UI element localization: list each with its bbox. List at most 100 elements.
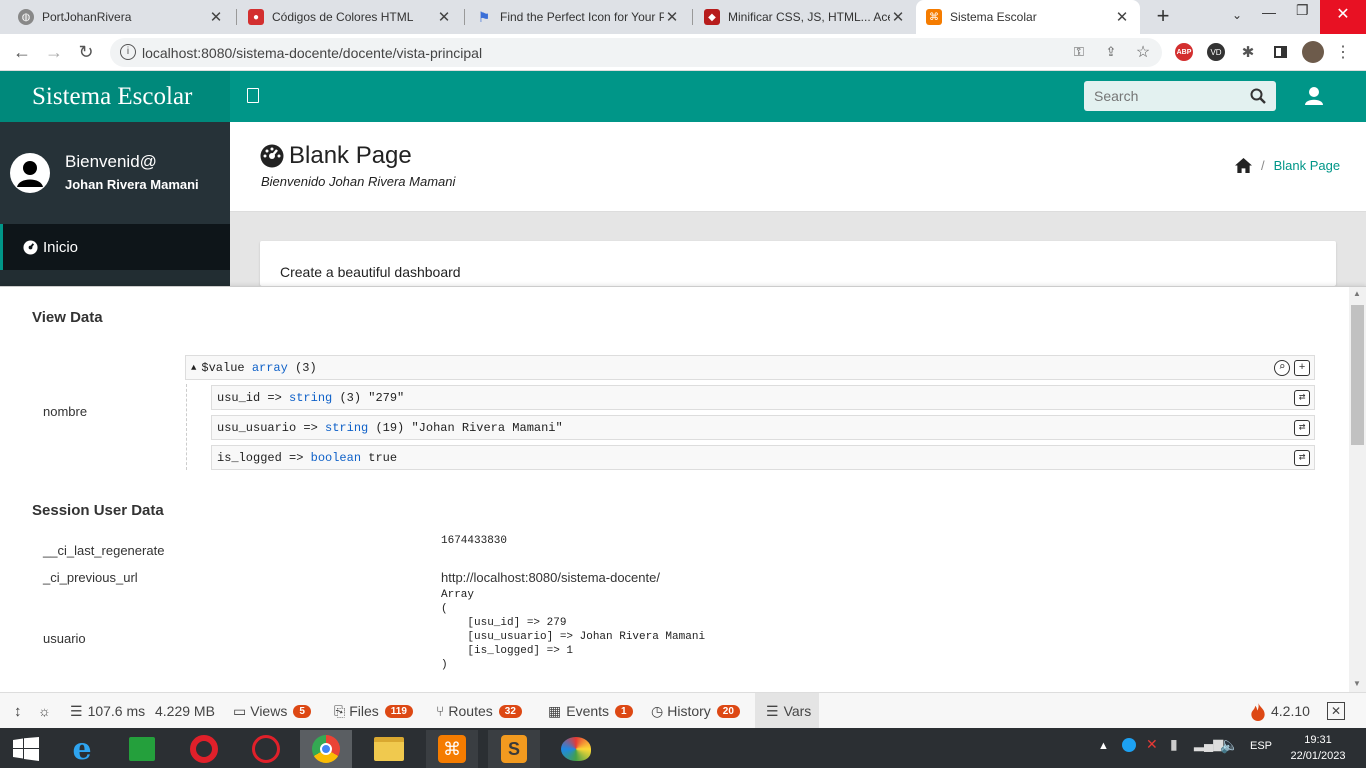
close-tab-icon[interactable]: ✕ — [436, 8, 452, 26]
resize-handle-icon[interactable]: ↕ — [14, 693, 22, 729]
search-input[interactable] — [1084, 81, 1244, 111]
adblock-icon[interactable]: ABP — [1175, 43, 1193, 61]
language-indicator[interactable]: ESP — [1250, 740, 1272, 752]
toolbar-history[interactable]: ◷ History 20 — [651, 693, 740, 729]
sidebar-toggle-icon[interactable] — [247, 88, 259, 103]
puzzle-extensions-icon[interactable]: ✱ — [1239, 43, 1257, 61]
search-box — [1084, 81, 1276, 111]
tab-divider — [692, 9, 693, 25]
address-bar[interactable]: i localhost:8080/sistema-docente/docente… — [110, 38, 1162, 67]
restore-icon[interactable]: ❐ — [1296, 2, 1316, 22]
kint-entry-row[interactable]: usu_id => string (3) "279" ⇄ — [211, 385, 1315, 410]
search-icon[interactable]: ⌕ — [1274, 360, 1290, 376]
toolbar-files[interactable]: ⎘ Files 119 — [334, 693, 413, 729]
toolbar-routes[interactable]: ⑂ Routes 32 — [436, 693, 522, 729]
session-value: 1674433830 — [441, 535, 508, 547]
scrollbar-thumb[interactable] — [1351, 305, 1364, 445]
url-text: localhost:8080/sistema-docente/docente/v… — [142, 44, 483, 61]
toolbar-item-label: Views — [250, 703, 288, 719]
browser-tab[interactable]: ⚑ Find the Perfect Icon for Your P ✕ — [466, 0, 690, 34]
page-title: Blank Page — [289, 142, 412, 169]
reload-icon[interactable]: ↻ — [74, 40, 98, 64]
app-brand[interactable]: Sistema Escolar — [0, 71, 230, 122]
battery-icon[interactable]: ▮ — [1170, 736, 1178, 753]
chrome-icon[interactable] — [300, 730, 352, 768]
close-tab-icon[interactable]: ✕ — [1114, 8, 1130, 26]
entry-key: is_logged => — [217, 450, 304, 465]
tray-app-icon[interactable] — [1122, 738, 1136, 752]
dashboard-icon — [23, 239, 38, 255]
extension-vd-icon[interactable]: VD — [1207, 43, 1225, 61]
toolbar-version[interactable]: 4.2.10 — [1250, 693, 1310, 729]
close-tab-icon[interactable]: ✕ — [890, 8, 906, 26]
opera-gx-icon[interactable] — [240, 730, 292, 768]
clock[interactable]: 19:31 22/01/2023 — [1288, 732, 1348, 764]
windows-store-icon[interactable] — [116, 730, 168, 768]
windows-start-icon[interactable] — [0, 730, 52, 768]
collapse-triangle-icon[interactable]: ▲ — [191, 363, 196, 373]
back-arrow-icon[interactable]: ← — [10, 40, 34, 64]
opera-icon[interactable] — [178, 730, 230, 768]
search-icon[interactable] — [1250, 88, 1266, 104]
minify-icon: ◆ — [704, 9, 720, 25]
browser-tab[interactable]: ◍ PortJohanRivera ✕ — [8, 0, 234, 34]
toolbar-item-label: Files — [349, 703, 379, 719]
tray-x-icon[interactable]: ✕ — [1146, 736, 1158, 753]
show-hidden-icons[interactable]: ▲ — [1098, 740, 1109, 752]
browser-tab[interactable]: ◆ Minificar CSS, JS, HTML... Acele ✕ — [694, 0, 916, 34]
expand-all-icon[interactable]: + — [1294, 360, 1310, 376]
minimize-icon[interactable]: — — [1262, 4, 1282, 24]
sublime-text-icon[interactable]: S — [488, 730, 540, 768]
xampp-icon: ⌘ — [926, 9, 942, 25]
kint-header[interactable]: ▲ $value array (3) ⌕ + — [185, 355, 1315, 380]
theme-toggle-icon[interactable]: ☼ — [38, 693, 51, 729]
swap-icon[interactable]: ⇄ — [1294, 390, 1310, 406]
entry-value: true — [368, 450, 398, 465]
breadcrumb: / Blank Page — [1234, 157, 1340, 174]
volume-icon[interactable]: 🔈 — [1220, 736, 1239, 754]
side-panel-icon[interactable] — [1271, 43, 1289, 61]
timeline-item[interactable]: ☰ 107.6 ms — [70, 693, 145, 729]
kebab-menu-icon[interactable]: ⋮ — [1334, 43, 1352, 61]
close-tab-icon[interactable]: ✕ — [208, 8, 224, 26]
toolbar-events[interactable]: ▦ Events 1 — [548, 693, 633, 729]
window-close-icon[interactable]: ✕ — [1320, 0, 1366, 34]
entry-type: boolean — [310, 450, 362, 465]
tab-title: Find the Perfect Icon for Your P — [500, 10, 664, 24]
share-icon[interactable]: ⇪ — [1102, 43, 1120, 61]
bookmark-star-icon[interactable]: ☆ — [1134, 43, 1152, 61]
toolbar-views[interactable]: ▭ Views 5 — [233, 693, 311, 729]
browser-tab-active[interactable]: ⌘ Sistema Escolar ✕ — [916, 0, 1140, 34]
user-avatar-icon — [10, 153, 50, 193]
scroll-up-icon[interactable]: ▲ — [1353, 289, 1361, 298]
sidebar-item-inicio[interactable]: Inicio — [0, 224, 230, 270]
profile-avatar[interactable] — [1302, 41, 1324, 63]
close-tab-icon[interactable]: ✕ — [664, 8, 680, 26]
debug-panel[interactable]: View Data nombre ▲ $value array (3) ⌕ + … — [0, 286, 1366, 692]
internet-explorer-icon[interactable]: e — [56, 730, 108, 768]
info-icon[interactable]: i — [120, 44, 136, 60]
kint-entry-row[interactable]: is_logged => boolean true ⇄ — [211, 445, 1315, 470]
debug-scrollbar[interactable]: ▲ ▼ — [1349, 287, 1366, 692]
version-text: 4.2.10 — [1271, 703, 1310, 719]
tab-search-icon[interactable]: ⌄ — [1232, 8, 1250, 26]
user-icon[interactable] — [1304, 86, 1324, 106]
paint-icon[interactable] — [550, 730, 602, 768]
swap-icon[interactable]: ⇄ — [1294, 450, 1310, 466]
kint-entry-row[interactable]: usu_usuario => string (19) "Johan Rivera… — [211, 415, 1315, 440]
scroll-down-icon[interactable]: ▼ — [1353, 679, 1361, 688]
file-explorer-icon[interactable] — [363, 730, 415, 768]
xampp-taskbar-icon[interactable]: ⌘ — [426, 730, 478, 768]
toolbar-vars[interactable]: ☰ Vars — [755, 693, 819, 729]
home-icon[interactable] — [1234, 157, 1253, 174]
new-tab-button[interactable]: + — [1152, 5, 1174, 29]
breadcrumb-current[interactable]: Blank Page — [1274, 158, 1341, 173]
forward-arrow-icon[interactable]: → — [42, 40, 66, 64]
files-icon: ⎘ — [334, 702, 346, 719]
browser-tab[interactable]: ● Códigos de Colores HTML ✕ — [238, 0, 462, 34]
calendar-icon: ▦ — [548, 702, 562, 719]
toolbar-close-button[interactable]: ✕ — [1327, 693, 1345, 729]
key-icon[interactable]: ⚿ — [1070, 43, 1088, 61]
swap-icon[interactable]: ⇄ — [1294, 420, 1310, 436]
network-icon[interactable]: ▂▄▆ — [1194, 736, 1223, 752]
